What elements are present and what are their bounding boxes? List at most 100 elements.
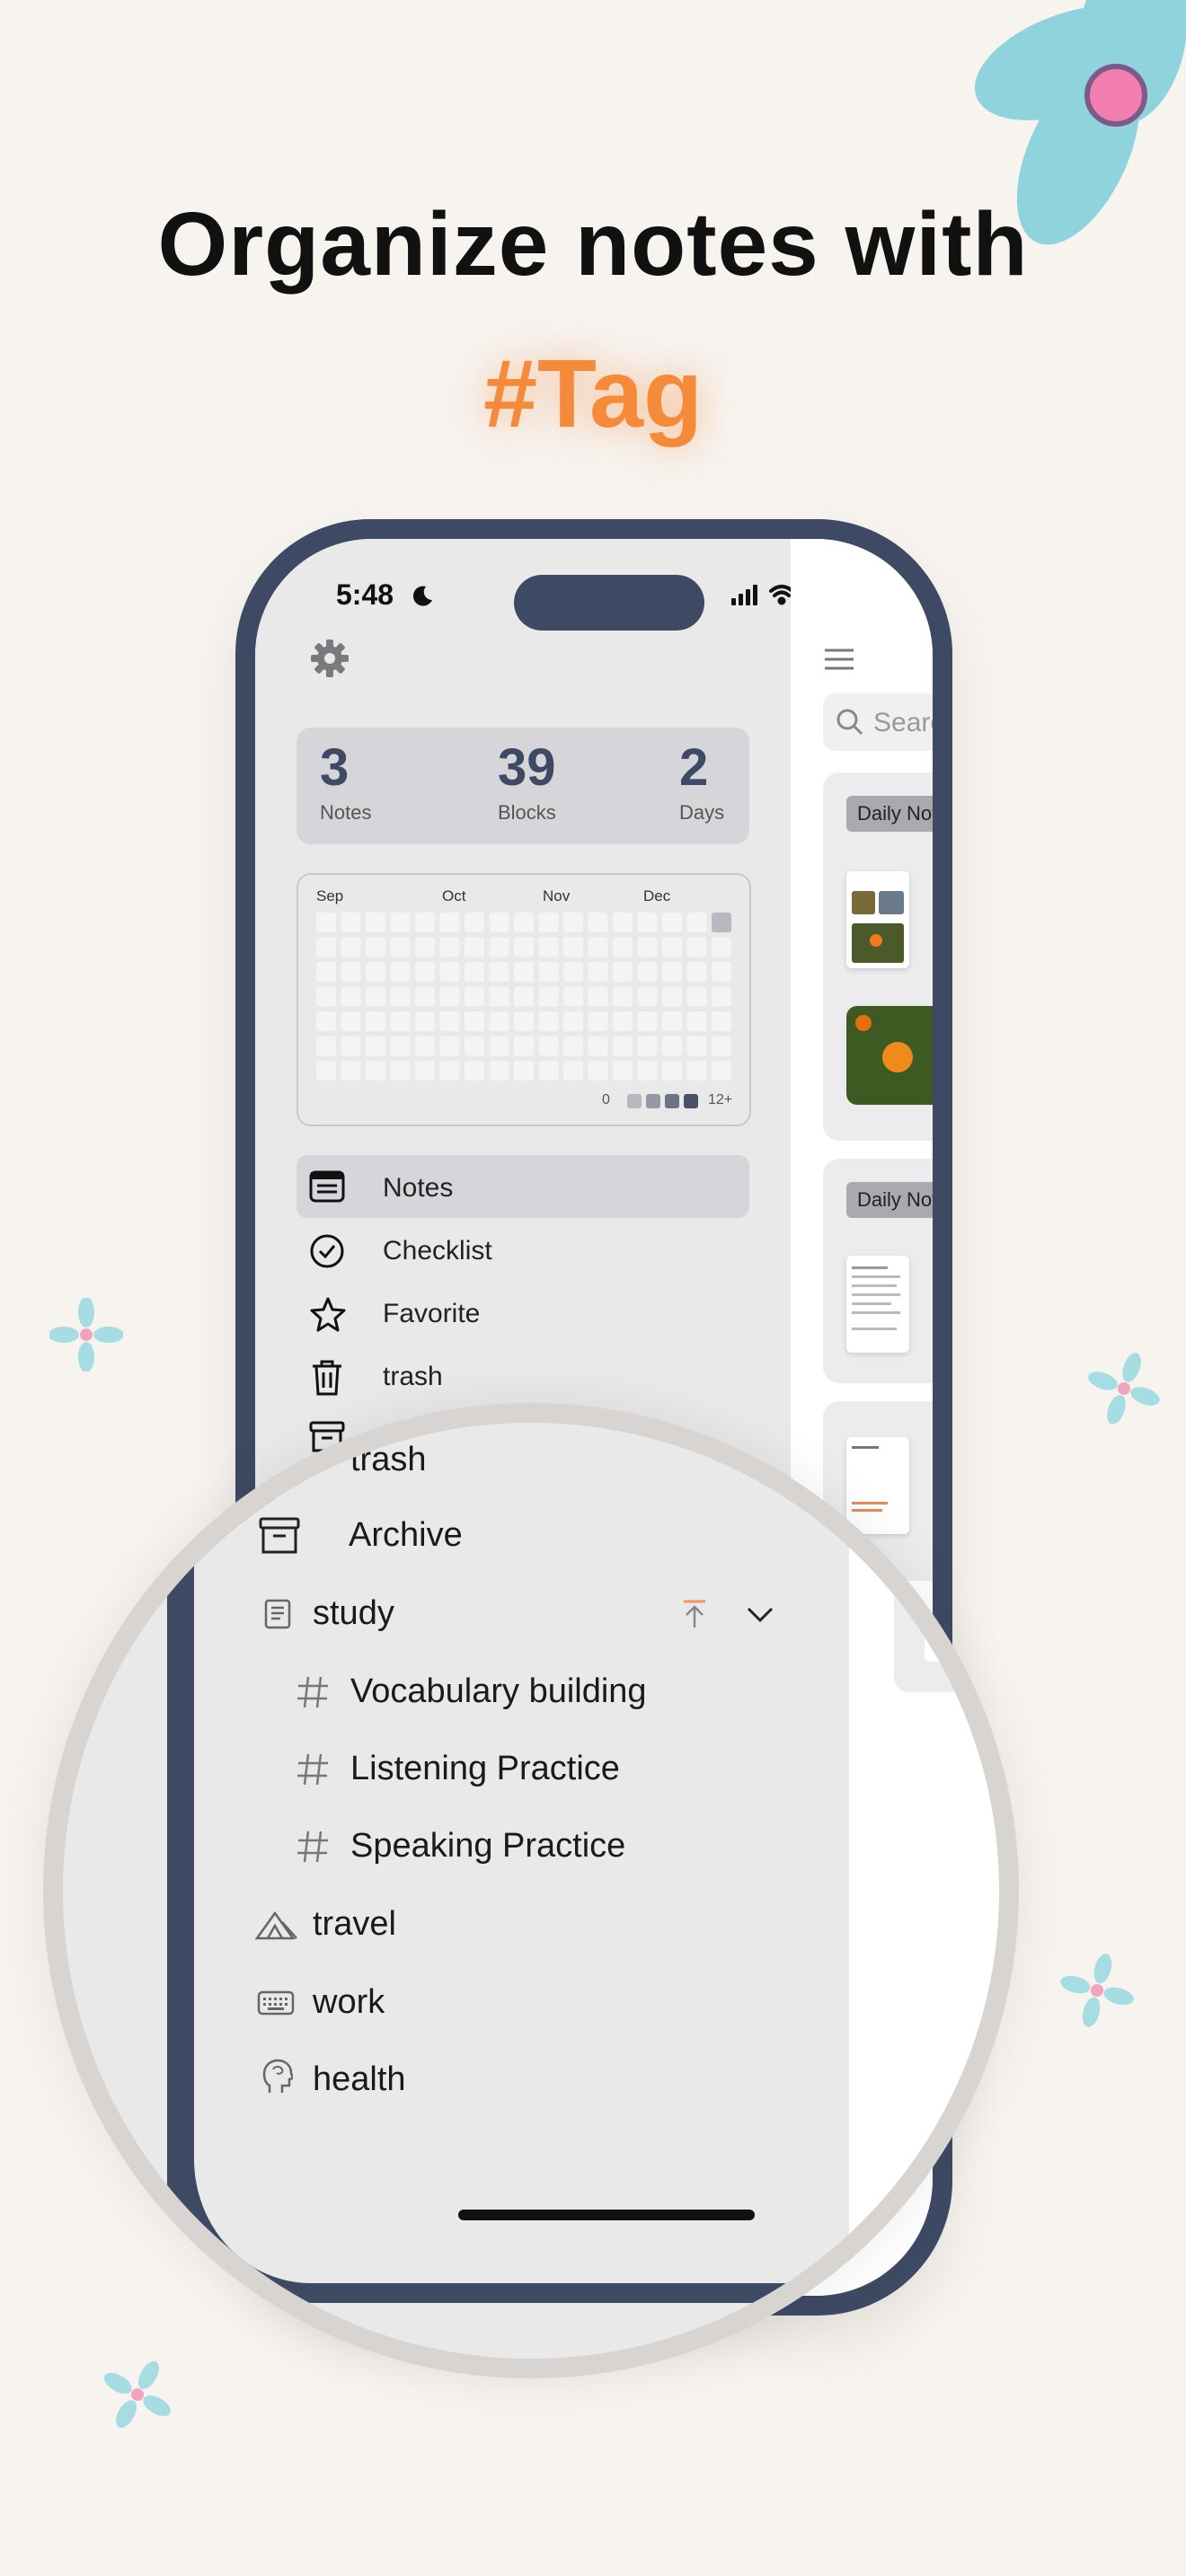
heatmap-cell [712,1036,731,1056]
heatmap-cell [316,986,336,1007]
heatmap-cell [662,913,682,932]
heatmap-cell [712,986,731,1007]
tag-listening-practice[interactable]: Listening Practice [350,1750,620,1788]
menu-item-favorite[interactable]: Favorite [296,1281,749,1344]
heatmap-cell [489,1036,509,1056]
heatmap-cell [341,1011,361,1031]
stat-value: 2 [679,738,709,797]
heatmap-cell [489,1011,509,1031]
notes-icon [309,1170,345,1203]
tent-icon [255,1910,297,1940]
heatmap-cell [316,1061,336,1081]
heatmap-cell [637,1036,658,1056]
stat-label: Notes [320,801,372,824]
heatmap-cell [439,1011,460,1031]
heatmap-cell [613,962,633,982]
heatmap-cell [415,913,435,932]
heatmap-grid [316,913,731,1081]
tag-study[interactable]: study [313,1594,394,1633]
dynamic-island [514,575,704,631]
brain-icon [262,2059,293,2093]
heatmap-cell [712,913,731,932]
heatmap-cell [712,1061,731,1081]
keyboard-icon [257,1990,295,2016]
search-field[interactable]: Searc [823,693,933,751]
tag-vocabulary-building[interactable]: Vocabulary building [350,1672,647,1711]
tag-health[interactable]: health [313,2060,406,2099]
heatmap-cell [686,937,707,957]
gear-icon[interactable] [309,638,350,679]
heatmap-cell [514,1061,534,1081]
chevron-down-icon[interactable] [746,1606,774,1624]
heatmap-cell [662,962,682,982]
heatmap-cell [563,1036,583,1056]
heatmap-cell [415,937,435,957]
heatmap-cell [465,962,484,982]
heatmap-cell [465,913,484,932]
menu-item-checklist[interactable]: Checklist [296,1218,749,1281]
heatmap-cell [538,1061,559,1081]
heatmap-cell [514,986,534,1007]
menu-item-archive[interactable]: Archive [349,1516,463,1555]
heatmap-cell [686,986,707,1007]
heatmap-cell [390,1061,411,1081]
note-card[interactable]: Daily Not [823,1159,933,1383]
heatmap-cell [588,986,608,1007]
heatmap-cell [366,937,385,957]
menu-item-trash[interactable]: trash [296,1344,749,1407]
menu-icon[interactable] [823,647,855,674]
heatmap-cell [439,1061,460,1081]
stat-value: 3 [320,738,350,797]
heatmap-cell [366,1061,385,1081]
heatmap-cell [366,1036,385,1056]
heatmap-cell [341,986,361,1007]
heatmap-cell [613,986,633,1007]
menu-label: Favorite [383,1299,481,1328]
heatmap-cell [465,937,484,957]
headline: Organize notes with [157,194,1029,295]
heatmap-cell [415,962,435,982]
heatmap-cell [538,986,559,1007]
heatmap-cell [588,1011,608,1031]
heatmap-cell [390,913,411,932]
heatmap-cell [637,1011,658,1031]
stat-value: 39 [498,738,556,797]
tag-speaking-practice[interactable]: Speaking Practice [350,1827,625,1866]
menu-item-notes[interactable]: Notes [296,1155,749,1218]
tag-work[interactable]: work [313,1983,385,2022]
hashtag-icon [297,1831,328,1863]
status-time: 5:48 [336,578,394,611]
heatmap-cell [489,937,509,957]
heatmap-cell [686,913,707,932]
heatmap-cell [588,1061,608,1081]
heatmap-cell [712,937,731,957]
heatmap-cell [588,1036,608,1056]
heatmap-cell [588,913,608,932]
heatmap-cell [390,1036,411,1056]
trash-icon [313,1360,341,1396]
tag-trash-label: trash [350,1441,427,1478]
heatmap-cell [439,913,460,932]
tag-travel[interactable]: travel [313,1905,396,1944]
heatmap-cell [686,1036,707,1056]
checklist-icon [310,1234,344,1268]
heatmap-cell [415,1011,435,1031]
heatmap-cell [415,1036,435,1056]
stat-days: 2 Days [679,740,724,825]
heatmap-cell [637,986,658,1007]
hashtag-icon [297,1676,328,1708]
month-label: Sep [316,887,344,904]
note-card[interactable]: Daily Not [823,772,933,1141]
menu-label: Checklist [383,1236,492,1266]
pin-to-top-icon[interactable] [681,1599,708,1629]
heatmap-cell [489,1061,509,1081]
heatmap-cell [489,986,509,1007]
month-label: Nov [543,887,571,904]
heatmap-cell [563,913,583,932]
tagline: #Tag [482,339,704,447]
heatmap-cell [613,1061,633,1081]
heatmap-cell [341,913,361,932]
heatmap-cell [686,962,707,982]
stat-label: Days [679,801,725,824]
small-flower-icon [49,1298,123,1372]
